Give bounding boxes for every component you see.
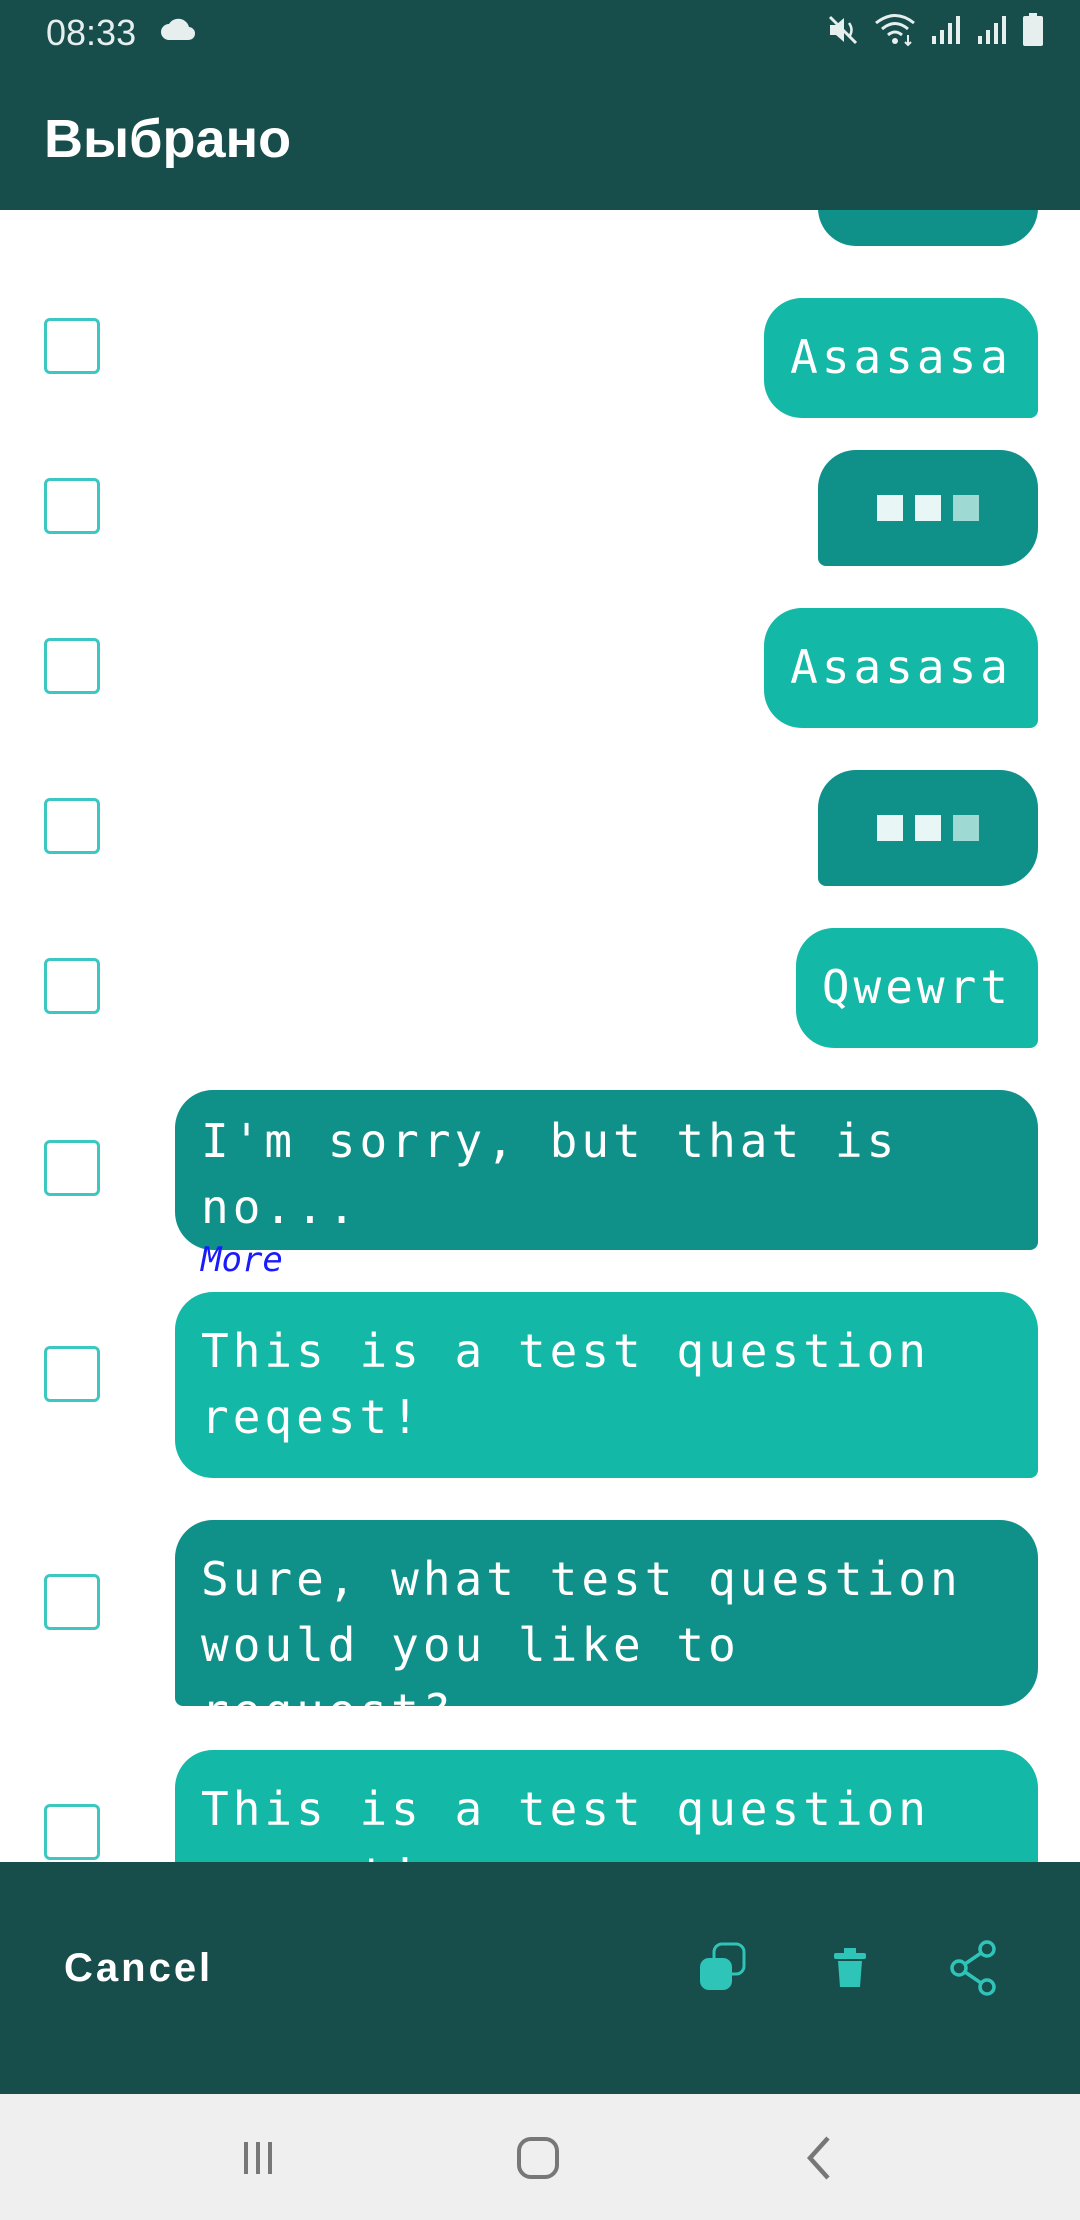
battery-icon bbox=[1022, 12, 1044, 52]
typing-dot-icon bbox=[953, 815, 979, 841]
system-nav-bar bbox=[0, 2094, 1080, 2220]
list-item[interactable] bbox=[0, 210, 1080, 246]
list-item[interactable]: This is a test question reqest! bbox=[0, 1750, 1080, 1862]
message-text: Asasasa bbox=[790, 640, 1012, 694]
message-bubble[interactable]: This is a test question reqest! bbox=[175, 1750, 1038, 1862]
wifi-icon bbox=[874, 13, 916, 52]
list-item[interactable]: Asasasa bbox=[0, 288, 1080, 418]
message-text: Sure, what test question would you like … bbox=[201, 1552, 962, 1738]
message-bubble[interactable]: This is a test question reqest! bbox=[175, 1292, 1038, 1478]
app-bar: Выбрано bbox=[0, 64, 1080, 210]
list-item[interactable] bbox=[0, 450, 1080, 566]
recents-icon bbox=[236, 2136, 280, 2185]
message-text: Asasasa bbox=[790, 330, 1012, 384]
select-checkbox[interactable] bbox=[44, 318, 100, 374]
select-checkbox[interactable] bbox=[44, 958, 100, 1014]
copy-icon bbox=[692, 1938, 752, 2003]
select-checkbox[interactable] bbox=[44, 1574, 100, 1630]
message-list[interactable]: Asasasa Asasasa Qwewrt I'm sorry, but th… bbox=[0, 210, 1080, 1862]
typing-dot-icon bbox=[877, 815, 903, 841]
list-item[interactable] bbox=[0, 770, 1080, 886]
list-item[interactable]: Sure, what test question would you like … bbox=[0, 1520, 1080, 1738]
typing-dot-icon bbox=[915, 815, 941, 841]
home-button[interactable] bbox=[508, 2130, 568, 2190]
list-item[interactable]: I'm sorry, but that is no... More bbox=[0, 1090, 1080, 1280]
typing-indicator bbox=[818, 770, 1038, 886]
back-icon bbox=[800, 2134, 840, 2187]
message-bubble[interactable]: Asasasa bbox=[764, 298, 1038, 418]
page-title: Выбрано bbox=[44, 109, 292, 169]
recents-button[interactable] bbox=[228, 2130, 288, 2190]
home-icon bbox=[514, 2134, 562, 2187]
more-link[interactable]: More bbox=[201, 1240, 1012, 1280]
message-text: Qwewrt bbox=[821, 960, 1012, 1014]
message-text: This is a test question reqest! bbox=[201, 1782, 930, 1862]
cancel-button[interactable]: Cancel bbox=[64, 1946, 213, 1991]
message-bubble[interactable] bbox=[818, 210, 1038, 246]
status-time: 08:33 bbox=[46, 12, 137, 53]
selection-action-bar: Cancel bbox=[0, 1862, 1080, 2094]
delete-button[interactable] bbox=[812, 1932, 888, 2008]
typing-indicator bbox=[818, 450, 1038, 566]
typing-dot-icon bbox=[877, 495, 903, 521]
select-checkbox[interactable] bbox=[44, 1346, 100, 1402]
trash-icon bbox=[830, 1946, 870, 1995]
select-checkbox[interactable] bbox=[44, 1804, 100, 1860]
select-checkbox[interactable] bbox=[44, 798, 100, 854]
message-text: I'm sorry, but that is no... bbox=[201, 1114, 930, 1234]
status-bar: 08:33 bbox=[0, 0, 1080, 64]
signal-icon bbox=[976, 14, 1008, 51]
mute-icon bbox=[826, 13, 860, 52]
list-item[interactable]: Qwewrt bbox=[0, 928, 1080, 1048]
cloud-icon bbox=[160, 16, 196, 47]
message-bubble[interactable]: I'm sorry, but that is no... More bbox=[175, 1090, 1038, 1280]
select-checkbox[interactable] bbox=[44, 638, 100, 694]
share-icon bbox=[947, 1939, 1001, 2002]
typing-dot-icon bbox=[915, 495, 941, 521]
list-item[interactable]: This is a test question reqest! bbox=[0, 1292, 1080, 1478]
copy-button[interactable] bbox=[684, 1932, 760, 2008]
list-item[interactable]: Asasasa bbox=[0, 608, 1080, 728]
select-checkbox[interactable] bbox=[44, 1140, 100, 1196]
message-bubble[interactable]: Qwewrt bbox=[795, 928, 1038, 1048]
typing-dot-icon bbox=[953, 495, 979, 521]
message-bubble[interactable]: Sure, what test question would you like … bbox=[175, 1520, 1038, 1738]
select-checkbox[interactable] bbox=[44, 478, 100, 534]
back-button[interactable] bbox=[790, 2130, 850, 2190]
share-button[interactable] bbox=[936, 1932, 1012, 2008]
message-text: This is a test question reqest! bbox=[201, 1324, 930, 1444]
signal-icon bbox=[930, 14, 962, 51]
status-icons bbox=[826, 12, 1044, 52]
message-bubble[interactable]: Asasasa bbox=[764, 608, 1038, 728]
